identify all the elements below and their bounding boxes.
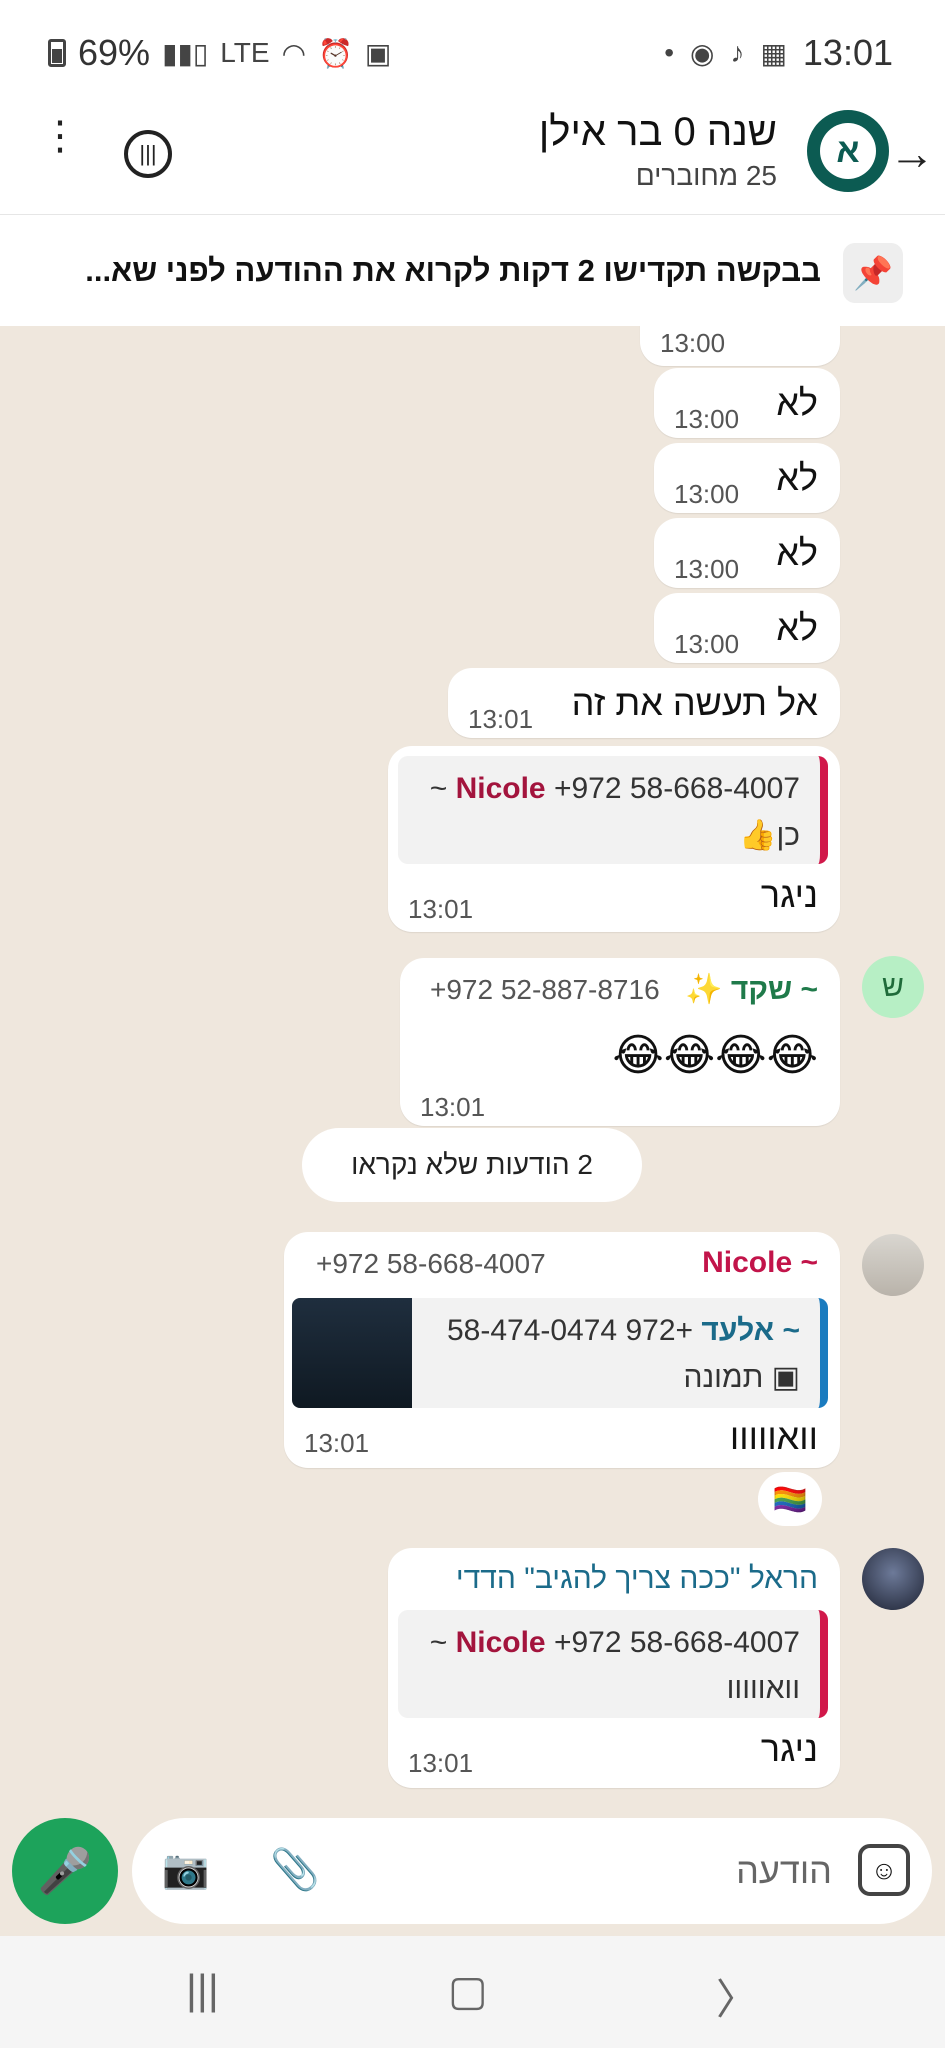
quoted-text: כן👍 [739, 819, 800, 852]
voice-record-button[interactable]: 🎤 [12, 1818, 118, 1924]
quoted-image-thumbnail [292, 1298, 412, 1408]
reply-message-bubble[interactable]: הראל "ככה צריך להגיב" הדדי Nicole +972 5… [388, 1548, 840, 1788]
quoted-author-name: Nicole [455, 772, 546, 805]
more-options-icon[interactable]: ⋮ [40, 116, 80, 156]
recent-apps-icon[interactable]: ||| [186, 1966, 219, 2014]
lte-icon: LTE [220, 37, 270, 68]
message-text: ניגר [760, 1728, 818, 1769]
group-title[interactable]: שנה 0 בר אילן [539, 110, 777, 155]
sender-phone: +972 52-887-8716 [430, 974, 660, 1005]
quoted-author-name: ~ אלעד [701, 1314, 800, 1347]
attachment-icon[interactable]: 📎 [270, 1846, 320, 1893]
alarm-icon: ⏰ [318, 37, 353, 69]
dot-icon: • [664, 37, 674, 68]
unread-messages-divider: 2 הודעות שלא נקראו [302, 1128, 642, 1202]
gallery-icon: ▦ [760, 37, 787, 69]
sender-avatar[interactable]: ש [862, 956, 924, 1018]
message-time: 13:00 [660, 328, 726, 358]
sender-name[interactable]: הראל "ככה צריך להגיב" הדדי [456, 1562, 818, 1596]
sticker-icon[interactable]: ☺ [858, 1844, 910, 1896]
message-time: 13:00 [674, 554, 740, 584]
message-bubble[interactable]: 13:00 [640, 326, 840, 366]
message-time: 13:00 [674, 404, 740, 434]
pin-icon[interactable]: 📌 [843, 243, 903, 303]
app-icon: ◉ [690, 37, 715, 69]
sender-avatar[interactable] [862, 1234, 924, 1296]
message-time: 13:01 [420, 1092, 486, 1122]
quoted-author-phone: +972 58-474-0474 [446, 1314, 694, 1347]
pinned-message-bar[interactable]: בבקשה תקדישו 2 דקות לקרוא את ההודעה לפני… [0, 214, 945, 326]
message-text: אל תעשה את זה [571, 682, 818, 723]
message-text: לא [776, 532, 818, 573]
wifi-icon: ◠ [281, 37, 307, 69]
message-time: 13:01 [304, 1428, 370, 1458]
quoted-author-name: Nicole [455, 1626, 546, 1659]
message-text: וואווווו [729, 1416, 818, 1457]
message-reaction[interactable]: 🏳️‍🌈 [758, 1472, 822, 1526]
quoted-text: ▣ תמונה [683, 1360, 800, 1395]
sender-name[interactable]: ~ Nicole [702, 1246, 818, 1280]
message-input[interactable]: הודעה ☺ 📎 📷 [132, 1818, 932, 1924]
quoted-message[interactable]: ~ אלעד +972 58-474-0474 ▣ תמונה [292, 1298, 828, 1408]
quoted-message[interactable]: Nicole +972 58-668-4007 ~ וואווווו [398, 1610, 828, 1718]
message-input-placeholder: הודעה [736, 1850, 832, 1891]
quoted-author: Nicole +972 58-668-4007 ~ [430, 772, 800, 806]
quoted-author: ~ אלעד +972 58-474-0474 [447, 1314, 800, 1348]
system-nav-bar: ||| ▢ 〉 [0, 1936, 945, 2048]
reply-message-bubble[interactable]: Nicole +972 58-668-4007 ~ כן👍 ניגר 13:01 [388, 746, 840, 932]
tiktok-icon: ♪ [730, 37, 745, 68]
battery-icon [48, 39, 66, 67]
group-subtitle: 25 מחוברים [635, 160, 777, 191]
status-right: • ◉ ♪ ▦ 13:01 [664, 32, 893, 74]
back-arrow-icon[interactable]: → [889, 126, 935, 180]
sender-avatar-letter: ש [882, 970, 904, 1003]
camera-icon[interactable]: 📷 [162, 1848, 209, 1892]
message-bubble[interactable]: לא 13:00 [654, 518, 840, 588]
message-time: 13:00 [674, 479, 740, 509]
sender-avatar[interactable] [862, 1548, 924, 1610]
group-avatar[interactable]: א [807, 110, 889, 192]
pinned-message-text: בבקשה תקדישו 2 דקות לקרוא את ההודעה לפני… [85, 253, 821, 288]
message-text: ניגר [760, 874, 818, 915]
back-icon[interactable]: 〉 [716, 1966, 758, 2027]
group-avatar-letter: א [820, 123, 876, 179]
quoted-message[interactable]: Nicole +972 58-668-4007 ~ כן👍 [398, 756, 828, 864]
quoted-text: וואווווו [726, 1672, 800, 1705]
message-time: 13:01 [408, 894, 474, 924]
message-time: 13:01 [468, 704, 534, 734]
message-bubble[interactable]: ~ שקד ✨ +972 52-887-8716 😂😂😂😂 13:01 [400, 958, 840, 1126]
quoted-text-label: תמונה [683, 1361, 764, 1394]
quoted-author: Nicole +972 58-668-4007 ~ [430, 1626, 800, 1660]
microphone-icon: 🎤 [37, 1847, 93, 1896]
image-icon: ▣ [763, 1361, 800, 1394]
chat-area[interactable]: 13:00 לא 13:00 לא 13:00 לא 13:00 לא 13:0… [0, 326, 945, 1936]
message-input-bar: 🎤 הודעה ☺ 📎 📷 [0, 1806, 945, 1936]
message-bubble[interactable]: לא 13:00 [654, 443, 840, 513]
clipboard-icon: ▣ [364, 37, 392, 69]
battery-percent: 69% [78, 32, 151, 73]
status-bar: 69% ▮▮▯ LTE ◠ ⏰ ▣ • ◉ ♪ ▦ 13:01 [0, 0, 945, 108]
message-text: לא [776, 457, 818, 498]
message-text: לא [776, 382, 818, 423]
signal-icon: ▮▮▯ [162, 37, 209, 69]
status-left: 69% ▮▮▯ LTE ◠ ⏰ ▣ [48, 32, 391, 74]
status-time: 13:01 [802, 32, 893, 73]
sender-phone: +972 58-668-4007 [316, 1248, 546, 1279]
message-time: 13:01 [408, 1748, 474, 1778]
chat-header: → א שנה 0 בר אילן 25 מחוברים ||| ⋮ [0, 108, 945, 214]
sender-name[interactable]: ~ שקד ✨ [685, 972, 818, 1007]
message-bubble[interactable]: ~ Nicole +972 58-668-4007 ~ אלעד +972 58… [284, 1232, 840, 1468]
voice-chat-icon[interactable]: ||| [124, 130, 172, 178]
home-icon[interactable]: ▢ [448, 1966, 488, 2015]
message-time: 13:00 [674, 629, 740, 659]
message-bubble[interactable]: לא 13:00 [654, 593, 840, 663]
message-bubble[interactable]: אל תעשה את זה 13:01 [448, 668, 840, 738]
message-text: 😂😂😂😂 [612, 1031, 818, 1080]
message-bubble[interactable]: לא 13:00 [654, 368, 840, 438]
message-text: לא [776, 607, 818, 648]
